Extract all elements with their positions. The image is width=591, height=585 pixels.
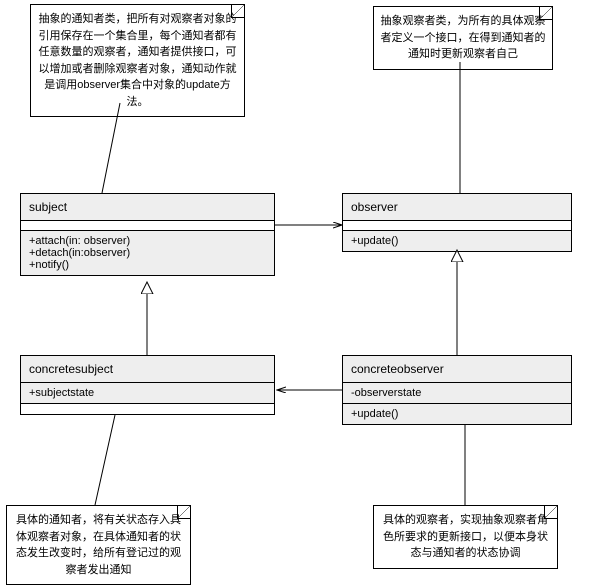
note-observer: 抽象观察者类，为所有的具体观察者定义一个接口，在得到通知者的通知时更新观察者自己 [373,6,553,70]
method: +update() [351,408,563,420]
attribute: +subjectstate [29,387,266,399]
class-observer: observer +update() [342,193,572,252]
class-title: concreteobserver [343,356,571,383]
class-methods-empty [21,404,274,414]
class-concreteobserver: concreteobserver -observerstate +update(… [342,355,572,425]
class-attributes: +subjectstate [21,383,274,404]
note-text: 具体的通知者，将有关状态存入具体观察者对象，在具体通知者的状态发生改变时，给所有… [16,514,181,576]
class-subject: subject +attach(in: observer) +detach(in… [20,193,275,276]
note-text: 抽象的通知者类，把所有对观察者对象的引用保存在一个集合里，每个通知者都有任意数量… [39,13,237,108]
class-methods: +update() [343,404,571,424]
attribute: -observerstate [351,387,563,399]
note-subject: 抽象的通知者类，把所有对观察者对象的引用保存在一个集合里，每个通知者都有任意数量… [30,4,245,117]
note-text: 具体的观察者，实现抽象观察者角色所要求的更新接口，以便本身状态与通知者的状态协调 [383,514,548,559]
method: +detach(in:observer) [29,247,266,259]
method: +notify() [29,259,266,271]
class-attributes-empty [21,221,274,231]
class-methods: +update() [343,231,571,251]
class-concretesubject: concretesubject +subjectstate [20,355,275,415]
method: +attach(in: observer) [29,235,266,247]
class-attributes: -observerstate [343,383,571,404]
note-concretesubject: 具体的通知者，将有关状态存入具体观察者对象，在具体通知者的状态发生改变时，给所有… [6,505,191,585]
class-title: subject [21,194,274,221]
class-methods: +attach(in: observer) +detach(in:observe… [21,231,274,275]
note-text: 抽象观察者类，为所有的具体观察者定义一个接口，在得到通知者的通知时更新观察者自己 [381,15,546,60]
method: +update() [351,235,563,247]
class-title: observer [343,194,571,221]
note-concreteobserver: 具体的观察者，实现抽象观察者角色所要求的更新接口，以便本身状态与通知者的状态协调 [373,505,558,569]
class-attributes-empty [343,221,571,231]
class-title: concretesubject [21,356,274,383]
